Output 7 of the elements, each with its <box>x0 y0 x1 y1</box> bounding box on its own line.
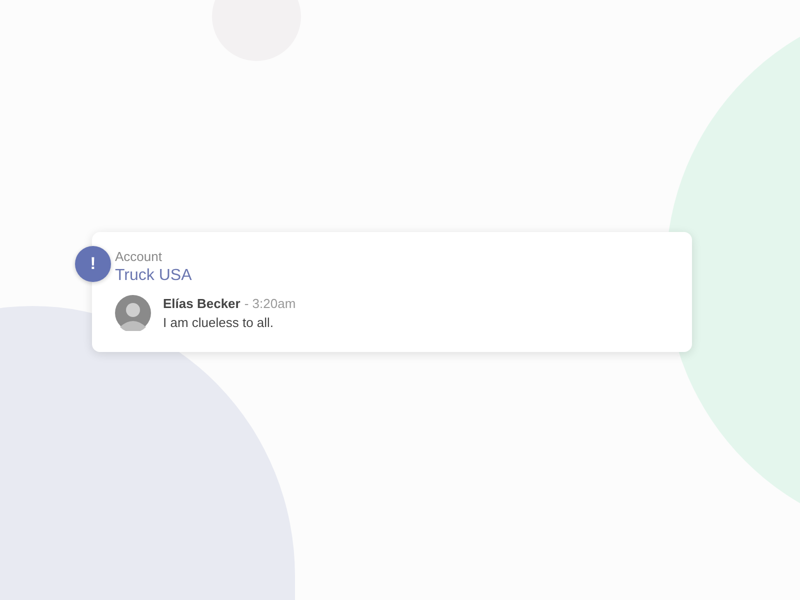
author-name: Elías Becker <box>163 296 240 311</box>
account-name[interactable]: Truck USA <box>115 265 692 287</box>
avatar-icon <box>115 295 151 331</box>
alert-badge: ! <box>75 246 111 282</box>
comment-time: - 3:20am <box>244 296 296 311</box>
comment-text: I am clueless to all. <box>163 314 275 332</box>
account-label: Account <box>115 248 163 265</box>
